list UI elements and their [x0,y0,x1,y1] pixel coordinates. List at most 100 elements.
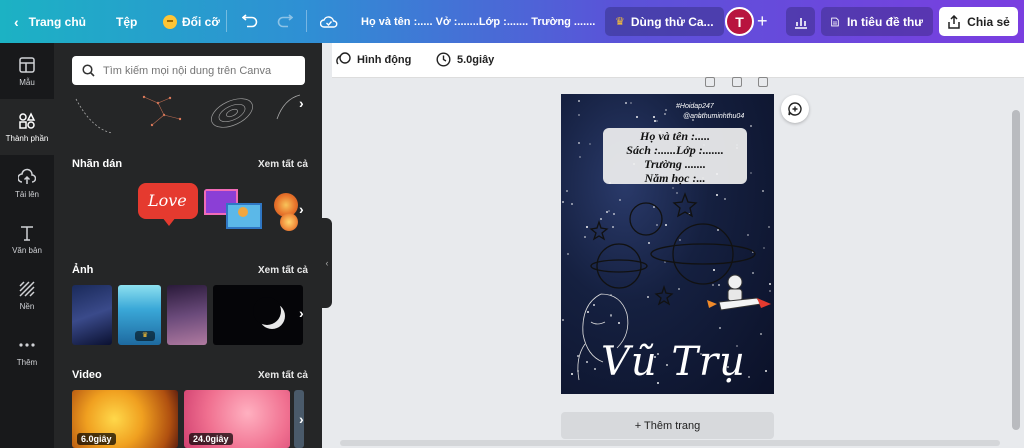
chevron-right-icon[interactable]: › [299,411,304,427]
comment-plus-icon [788,102,802,116]
constellation-illustration [75,94,301,134]
rail-item-elements[interactable]: Thành phần [0,99,54,155]
sticker-love-text: Love [148,191,187,210]
resize-button[interactable]: Đổi cỡ [163,0,220,43]
stickers-title: Nhãn dán [72,158,123,170]
video-duration: 6.0giây [77,433,116,445]
undo-icon [242,13,258,27]
share-icon [948,14,960,29]
photos-title: Ảnh [72,264,94,276]
design-title-text[interactable]: Vũ Trụ [601,339,746,385]
redo-button[interactable] [277,0,293,43]
video-thumbnail[interactable]: 24.0giây [184,390,290,448]
document-title-text: Họ và tên :..... Vở :.......Lớp :.......… [361,15,596,28]
rail-label: Văn bản [12,245,42,255]
sticker-love[interactable]: Love [138,183,198,227]
crown-icon: ♛ [615,16,625,28]
rail-item-uploads[interactable]: Tải lên [0,155,54,211]
rail-label: Thành phần [5,133,49,143]
rail-item-more[interactable]: Thêm [0,323,54,379]
photo-thumbnail-moon[interactable] [213,285,303,345]
search-box[interactable] [72,56,305,85]
photo-thumbnail[interactable]: ♛ [118,285,161,345]
duration-label: 5.0giây [457,53,495,66]
sticker-photo-frames[interactable] [204,189,264,231]
collapse-panel-button[interactable]: ‹ [322,218,332,308]
document-title[interactable]: Họ và tên :..... Vở :.......Lớp :.......… [361,0,595,43]
divider [226,10,227,32]
more-icon [19,342,35,347]
try-pro-label: Dùng thử Ca... [630,14,714,29]
undo-button[interactable] [242,0,258,43]
chevron-right-icon[interactable]: › [299,305,304,321]
rail-label: Nền [19,301,35,311]
crown-icon [163,14,177,29]
rail-label: Mẫu [19,77,35,87]
search-input[interactable] [103,64,293,77]
video-duration: 24.0giây [189,433,233,445]
animate-icon [336,52,351,65]
insights-button[interactable] [786,7,815,36]
flower-2 [280,213,298,231]
elements-icon [19,111,36,129]
file-label: Tệp [116,14,138,29]
design-page[interactable]: #Hoidap247 @anhthuminhthu04 Họ và tên :.… [561,94,774,394]
animate-button[interactable]: Hình động [336,52,411,67]
home-label: Trang chủ [28,14,87,29]
share-button[interactable]: Chia sẻ [939,7,1018,36]
avatar[interactable]: T [725,7,754,36]
background-icon [19,280,35,297]
resize-label: Đổi cỡ [182,14,220,29]
add-page-button[interactable]: + Thêm trang [561,412,774,439]
divider [306,10,307,32]
print-button[interactable]: In tiêu đề thư [821,7,933,36]
chevron-left-icon: ‹ [14,13,19,30]
stickers-see-all-link[interactable]: Xem tất cả [258,159,308,170]
add-member-button[interactable]: + [757,0,768,43]
add-page-icon[interactable] [758,77,768,87]
add-comment-button[interactable] [781,95,809,123]
redo-icon [277,13,293,27]
search-icon [82,64,95,77]
cloud-save-button[interactable] [320,0,338,43]
pro-badge: ♛ [135,331,155,341]
plus-icon: + [757,11,768,31]
home-button[interactable]: ‹ Trang chủ [14,0,86,43]
vertical-scrollbar[interactable] [1012,110,1020,430]
try-pro-button[interactable]: ♛ Dùng thử Ca... [605,7,724,36]
lock-page-icon[interactable] [705,77,715,87]
videos-see-all-link[interactable]: Xem tất cả [258,370,308,381]
rail-label: Thêm [16,357,38,367]
horizontal-scrollbar[interactable] [340,440,1000,446]
print-label: In tiêu đề thư [846,14,923,29]
elements-panel: › Nhãn dán Xem tất cả Love › Ảnh Xem tất… [54,43,322,448]
add-page-label: + Thêm trang [634,419,701,432]
frame-person [238,207,248,217]
top-bar: ‹ Trang chủ Tệp Đổi cỡ Họ và tên :..... … [0,0,1024,43]
duplicate-page-icon[interactable] [732,77,742,87]
photos-see-all-link[interactable]: Xem tất cả [258,265,308,276]
rail-item-templates[interactable]: Mẫu [0,43,54,99]
moon-shadow [253,297,281,325]
photo-thumbnail[interactable] [167,285,207,345]
document-icon [831,17,839,26]
rail-item-background[interactable]: Nền [0,267,54,323]
animate-label: Hình động [357,53,412,66]
chevron-right-icon[interactable]: › [299,201,304,217]
videos-title: Video [72,369,102,381]
duration-button[interactable]: 5.0giây [436,52,494,67]
rail-label: Tải lên [14,189,39,199]
context-toolbar: Hình động 5.0giây [332,43,1024,78]
constellation-graphics[interactable] [72,89,304,137]
text-icon [21,225,33,241]
chevron-right-icon[interactable]: › [299,95,304,111]
avatar-letter: T [735,13,744,30]
bar-chart-icon [794,17,807,29]
video-thumbnail[interactable]: 6.0giây [72,390,178,448]
template-icon [19,56,35,73]
photo-thumbnail[interactable] [72,285,112,345]
rail-item-text[interactable]: Văn bản [0,211,54,267]
file-menu-button[interactable]: Tệp [116,0,137,43]
bubble-tail [162,217,176,226]
upload-icon [18,168,36,184]
